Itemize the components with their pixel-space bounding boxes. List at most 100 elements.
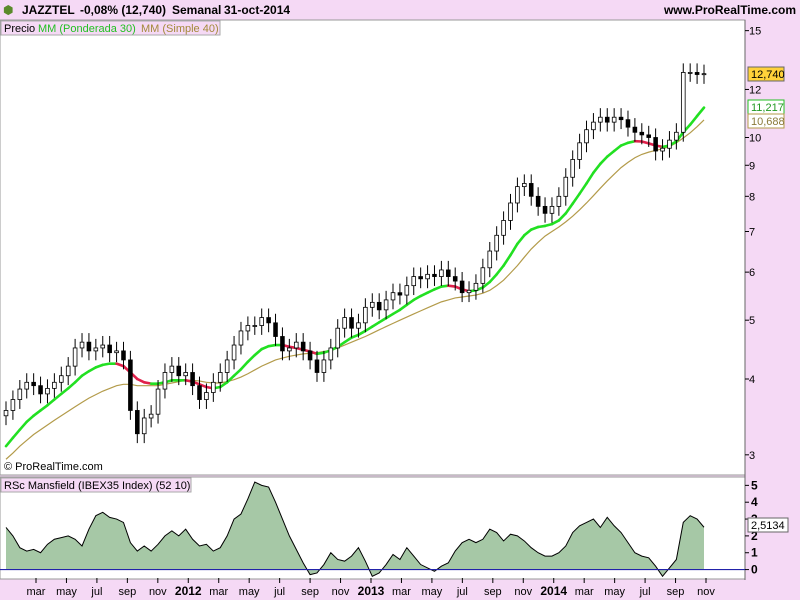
symbol-name: JAZZTEL xyxy=(22,3,75,17)
time-tick-label: 2014 xyxy=(540,584,567,598)
candle-body xyxy=(314,359,320,373)
candle-body xyxy=(618,116,624,121)
candle-body xyxy=(611,116,617,123)
time-axis-ticks: mar may jul sep nov 2012 mar may jul sep nov 2013 ma… xyxy=(27,578,715,598)
site-label: www.ProRealTime.com xyxy=(663,3,796,17)
time-tick-label: sep xyxy=(667,586,685,598)
candle-body xyxy=(72,347,78,367)
price-change: -0,08% (12,740) xyxy=(80,3,166,17)
candle-body xyxy=(10,399,16,411)
candle-body xyxy=(473,282,479,291)
candle-body xyxy=(487,250,493,269)
time-tick-label: nov xyxy=(514,586,532,598)
time-tick-label: 2013 xyxy=(358,584,385,598)
candle-body xyxy=(135,410,140,435)
candle-body xyxy=(141,417,147,435)
candle-body xyxy=(86,341,92,352)
candle-body xyxy=(121,350,126,361)
rsc-tick-label: 1 xyxy=(751,546,758,560)
price-tick-label: 15 xyxy=(749,26,761,38)
time-tick-label: may xyxy=(422,586,443,598)
time-tick-label: may xyxy=(239,586,260,598)
period-label: Semanal xyxy=(172,3,221,17)
candle-body xyxy=(625,119,631,128)
candle-body xyxy=(425,273,430,280)
candle-body xyxy=(570,159,575,178)
candle-body xyxy=(356,322,361,329)
candle-body xyxy=(528,183,534,197)
rsc-tick-label: 4 xyxy=(751,495,758,509)
watermark: © ProRealTime.com xyxy=(4,461,103,473)
candle-body xyxy=(515,186,520,204)
time-tick-label: nov xyxy=(697,586,715,598)
ma1-last-label: 11,217 xyxy=(751,102,784,114)
candle-body xyxy=(542,205,548,214)
candle-body xyxy=(321,359,327,373)
candle-body xyxy=(197,385,202,400)
candle-body xyxy=(446,269,451,277)
candle-body xyxy=(480,267,486,284)
time-tick-label: sep xyxy=(301,586,319,598)
rsc-tick-label: 0 xyxy=(751,563,758,577)
candle-body xyxy=(577,142,582,160)
candle-body xyxy=(287,347,292,352)
candle-body xyxy=(252,325,258,327)
time-tick-label: mar xyxy=(27,586,46,598)
time-tick-label: 2012 xyxy=(175,584,202,598)
candle-body xyxy=(653,137,658,152)
candle-body xyxy=(59,375,64,383)
time-tick-label: sep xyxy=(118,586,136,598)
candle-body xyxy=(459,280,465,294)
date-label: 31-oct-2014 xyxy=(224,3,290,17)
price-tick-label: 10 xyxy=(749,133,761,145)
last-price-label: 12,740 xyxy=(751,69,785,81)
candle-body xyxy=(162,372,168,390)
candle-body xyxy=(293,341,299,349)
candle-body xyxy=(300,341,306,352)
candle-body xyxy=(100,344,106,349)
candle-body xyxy=(667,139,672,149)
candle-body xyxy=(335,327,341,349)
candle-body xyxy=(231,344,237,361)
price-tick-label: 3 xyxy=(749,450,755,462)
candle-body xyxy=(155,388,161,415)
price-tick-label: 12 xyxy=(749,84,761,96)
candle-body xyxy=(238,330,244,346)
time-tick-label: jul xyxy=(90,586,102,598)
candle-body xyxy=(190,372,195,387)
candle-body xyxy=(466,289,472,294)
candle-body xyxy=(591,121,596,131)
candle-body xyxy=(556,195,562,207)
candle-body xyxy=(183,372,188,377)
legend-ma1: MM (Ponderada 30) xyxy=(38,23,136,35)
candle-body xyxy=(369,301,375,308)
candle-body xyxy=(563,176,569,197)
header-icon: ⬢ xyxy=(3,3,13,17)
chart-canvas: ⬢ JAZZTEL -0,08% (12,740) Semanal 31-oct… xyxy=(0,3,800,598)
candle-body xyxy=(217,372,223,383)
candle-body xyxy=(328,347,334,361)
candle-body xyxy=(639,131,645,136)
candle-body xyxy=(93,347,99,352)
candle-body xyxy=(45,387,50,395)
candle-body xyxy=(508,202,513,221)
candle-body xyxy=(38,385,43,395)
candle-body xyxy=(17,388,23,400)
candle-body xyxy=(363,306,368,324)
legend-ma2: MM (Simple 40) xyxy=(141,23,219,35)
indicator-title: RSc Mansfield (IBEX35 Index) (52 10) xyxy=(4,480,190,492)
time-tick-label: jul xyxy=(639,586,651,598)
candle-body xyxy=(549,205,555,214)
candle-body xyxy=(535,195,541,207)
candle-body xyxy=(701,73,707,76)
candle-body xyxy=(52,381,57,389)
candle-body xyxy=(65,365,71,377)
candle-body xyxy=(280,336,285,352)
candle-body xyxy=(376,301,382,311)
candle-body xyxy=(501,220,506,236)
candle-body xyxy=(349,317,354,329)
candle-body xyxy=(259,317,264,326)
price-tick-label: 8 xyxy=(749,191,755,203)
candle-body xyxy=(522,183,527,188)
time-tick-label: mar xyxy=(392,586,411,598)
